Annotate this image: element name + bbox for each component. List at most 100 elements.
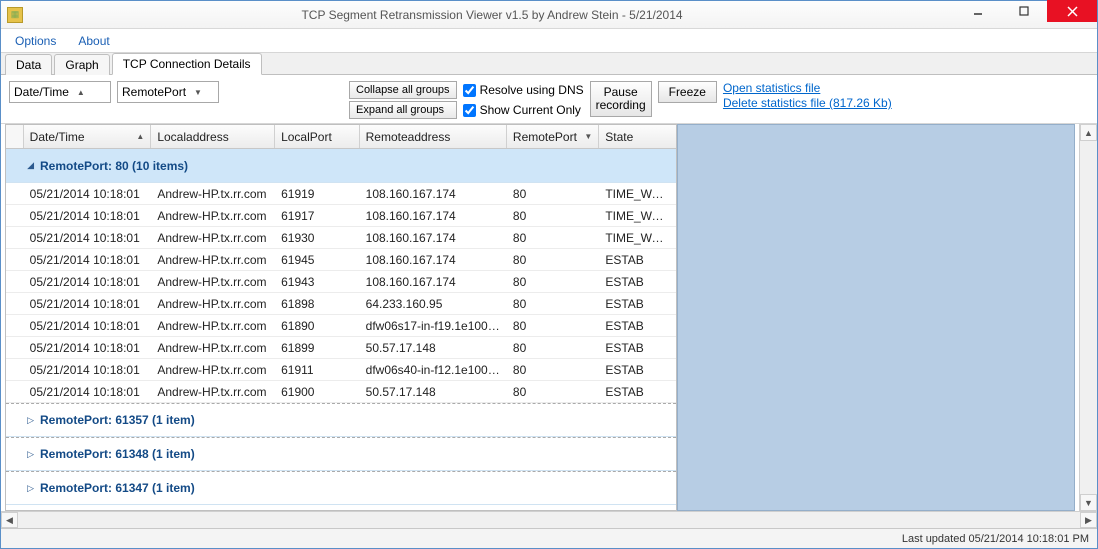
scroll-right-icon[interactable]: ▶: [1080, 512, 1097, 528]
cell-remoteport: 80: [507, 319, 599, 333]
cell-state: ESTAB: [599, 341, 676, 355]
cell-datetime: 05/21/2014 10:18:01: [24, 187, 152, 201]
sort-asc-icon: ▲: [136, 132, 144, 141]
cell-datetime: 05/21/2014 10:18:01: [24, 209, 152, 223]
table-row[interactable]: 05/21/2014 10:18:01Andrew-HP.tx.rr.com61…: [6, 293, 676, 315]
expand-icon[interactable]: ▷: [6, 483, 40, 494]
scroll-up-icon[interactable]: ▲: [1080, 124, 1097, 141]
cell-remoteport: 80: [507, 385, 599, 399]
cell-localaddress: Andrew-HP.tx.rr.com: [151, 187, 275, 201]
collapse-icon[interactable]: ◢: [6, 160, 40, 171]
expand-icon[interactable]: ▷: [6, 449, 40, 460]
menu-options[interactable]: Options: [7, 32, 64, 50]
cell-datetime: 05/21/2014 10:18:01: [24, 253, 152, 267]
cell-localaddress: Andrew-HP.tx.rr.com: [151, 209, 275, 223]
cell-state: TIME_WAIT: [599, 187, 676, 201]
col-remoteport[interactable]: RemotePort▼: [507, 125, 599, 148]
cell-localaddress: Andrew-HP.tx.rr.com: [151, 275, 275, 289]
tabs: Data Graph TCP Connection Details: [1, 53, 1097, 75]
table-row[interactable]: 05/21/2014 10:18:01Andrew-HP.tx.rr.com61…: [6, 315, 676, 337]
close-button[interactable]: [1047, 0, 1097, 22]
collapse-all-button[interactable]: Collapse all groups: [349, 81, 457, 99]
scroll-left-icon[interactable]: ◀: [1, 512, 18, 528]
scroll-down-icon[interactable]: ▼: [1080, 494, 1097, 511]
group-row-open[interactable]: ◢RemotePort: 80 (10 items): [6, 149, 676, 183]
pause-recording-button[interactable]: Pause recording: [590, 81, 652, 117]
col-localaddress[interactable]: Localaddress: [151, 125, 275, 148]
tab-connection-details[interactable]: TCP Connection Details: [112, 53, 262, 75]
resolve-dns-checkbox[interactable]: Resolve using DNS: [463, 81, 584, 99]
cell-remoteport: 80: [507, 275, 599, 289]
menu-about[interactable]: About: [70, 32, 117, 50]
cell-localaddress: Andrew-HP.tx.rr.com: [151, 341, 275, 355]
group-label: RemotePort: 61347 (1 item): [40, 481, 195, 495]
col-datetime[interactable]: Date/Time▲: [24, 125, 152, 148]
cell-localaddress: Andrew-HP.tx.rr.com: [151, 253, 275, 267]
cell-remoteport: 80: [507, 187, 599, 201]
table-row[interactable]: 05/21/2014 10:18:01Andrew-HP.tx.rr.com61…: [6, 205, 676, 227]
table-row[interactable]: 05/21/2014 10:18:01Andrew-HP.tx.rr.com61…: [6, 381, 676, 403]
chevron-down-icon: ▼: [194, 88, 202, 97]
cell-datetime: 05/21/2014 10:18:01: [24, 341, 152, 355]
col-remoteaddress[interactable]: Remoteaddress: [360, 125, 507, 148]
show-current-label: Show Current Only: [480, 103, 581, 117]
freeze-button[interactable]: Freeze: [658, 81, 717, 103]
grid: Date/Time▲ Localaddress LocalPort Remote…: [5, 124, 677, 511]
table-row[interactable]: 05/21/2014 10:18:01Andrew-HP.tx.rr.com61…: [6, 337, 676, 359]
delete-statistics-link[interactable]: Delete statistics file (817.26 Kb): [723, 96, 892, 111]
groupby-combo-2[interactable]: RemotePort▼: [117, 81, 219, 103]
window-title: TCP Segment Retransmission Viewer v1.5 b…: [29, 8, 955, 22]
group-row-closed[interactable]: ▷RemotePort: 61348 (1 item): [6, 437, 676, 471]
column-headers: Date/Time▲ Localaddress LocalPort Remote…: [6, 125, 676, 149]
cell-remoteport: 80: [507, 363, 599, 377]
open-statistics-link[interactable]: Open statistics file: [723, 81, 892, 96]
cell-remoteport: 80: [507, 341, 599, 355]
cell-remoteaddress: 108.160.167.174: [360, 231, 507, 245]
pause-label: Pause recording: [596, 86, 646, 112]
cell-localaddress: Andrew-HP.tx.rr.com: [151, 385, 275, 399]
group-label: RemotePort: 61348 (1 item): [40, 447, 195, 461]
cell-state: ESTAB: [599, 319, 676, 333]
table-row[interactable]: 05/21/2014 10:18:01Andrew-HP.tx.rr.com61…: [6, 271, 676, 293]
cell-datetime: 05/21/2014 10:18:01: [24, 231, 152, 245]
col-localport[interactable]: LocalPort: [275, 125, 360, 148]
cell-state: TIME_WAIT: [599, 231, 676, 245]
cell-remoteaddress: 50.57.17.148: [360, 341, 507, 355]
maximize-button[interactable]: [1001, 0, 1047, 22]
tab-graph[interactable]: Graph: [54, 54, 109, 75]
table-row[interactable]: 05/21/2014 10:18:01Andrew-HP.tx.rr.com61…: [6, 359, 676, 381]
col-state[interactable]: State: [599, 125, 676, 148]
group-row-closed[interactable]: ▷RemotePort: 61357 (1 item): [6, 403, 676, 437]
cell-remoteaddress: 108.160.167.174: [360, 187, 507, 201]
menubar: Options About: [1, 29, 1097, 53]
cell-remoteaddress: dfw06s17-in-f19.1e100.net: [360, 319, 507, 333]
toolbar: Date/Time▲ RemotePort▼ Collapse all grou…: [1, 75, 1097, 124]
resolve-dns-label: Resolve using DNS: [480, 83, 584, 97]
minimize-button[interactable]: [955, 0, 1001, 22]
chevron-up-icon: ▲: [77, 88, 85, 97]
statusbar: Last updated 05/21/2014 10:18:01 PM: [1, 528, 1097, 548]
table-row[interactable]: 05/21/2014 10:18:01Andrew-HP.tx.rr.com61…: [6, 183, 676, 205]
cell-datetime: 05/21/2014 10:18:01: [24, 275, 152, 289]
cell-localport: 61943: [275, 275, 360, 289]
titlebar: ▦ TCP Segment Retransmission Viewer v1.5…: [1, 1, 1097, 29]
tab-data[interactable]: Data: [5, 54, 52, 75]
group-label: RemotePort: 61357 (1 item): [40, 413, 195, 427]
cell-state: ESTAB: [599, 385, 676, 399]
cell-remoteaddress: 108.160.167.174: [360, 209, 507, 223]
expand-icon[interactable]: ▷: [6, 415, 40, 426]
groupby-combo-1[interactable]: Date/Time▲: [9, 81, 111, 103]
expand-all-button[interactable]: Expand all groups: [349, 101, 457, 119]
group-label: RemotePort: 80 (10 items): [40, 159, 188, 173]
cell-state: ESTAB: [599, 297, 676, 311]
horizontal-scrollbar[interactable]: ◀ ▶: [1, 511, 1097, 528]
table-row[interactable]: 05/21/2014 10:18:01Andrew-HP.tx.rr.com61…: [6, 227, 676, 249]
row-selector-header: [6, 125, 24, 148]
cell-remoteaddress: dfw06s40-in-f12.1e100.net: [360, 363, 507, 377]
show-current-checkbox[interactable]: Show Current Only: [463, 101, 584, 119]
cell-remoteport: 80: [507, 209, 599, 223]
vertical-scrollbar[interactable]: ▲ ▼: [1079, 124, 1097, 511]
status-text: Last updated 05/21/2014 10:18:01 PM: [902, 533, 1089, 545]
group-row-closed[interactable]: ▷RemotePort: 61347 (1 item): [6, 471, 676, 505]
table-row[interactable]: 05/21/2014 10:18:01Andrew-HP.tx.rr.com61…: [6, 249, 676, 271]
